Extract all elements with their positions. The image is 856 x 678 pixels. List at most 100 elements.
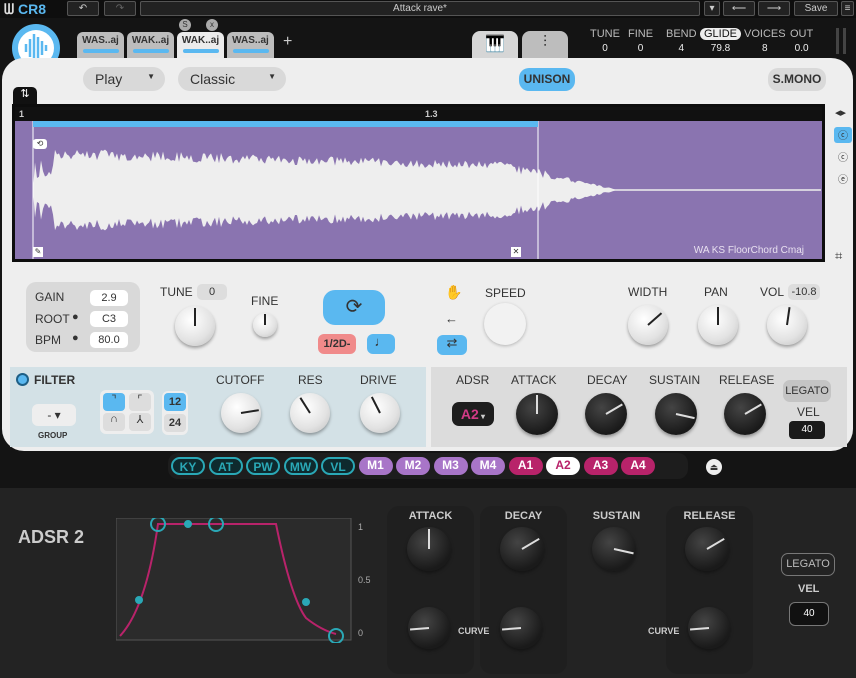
close-tab-button[interactable]: x bbox=[206, 19, 218, 31]
stat-fine[interactable]: FINE 0 bbox=[628, 28, 653, 54]
root-value[interactable]: C3 bbox=[90, 311, 128, 327]
play-mode-dropdown[interactable]: Play ▼ bbox=[83, 67, 165, 91]
mod-tab-a2[interactable]: A2 bbox=[546, 457, 580, 475]
editor-sustain-knob[interactable] bbox=[592, 527, 636, 571]
res-knob[interactable] bbox=[290, 393, 330, 433]
preset-dropdown-icon[interactable]: ▾ bbox=[704, 1, 720, 16]
close-region-icon[interactable]: ✕ bbox=[511, 247, 521, 257]
attack-curve-point[interactable] bbox=[136, 597, 142, 603]
pencil-icon[interactable]: ✎ bbox=[33, 247, 43, 257]
stat-voices[interactable]: VOICES 8 bbox=[744, 28, 786, 54]
hold-point[interactable] bbox=[185, 521, 191, 527]
mod-tab-vl[interactable]: VL bbox=[321, 457, 355, 475]
loop-region-bar[interactable] bbox=[33, 121, 538, 127]
gain-value[interactable]: 2.9 bbox=[90, 290, 128, 306]
highpass-icon[interactable]: ⌜ bbox=[129, 393, 151, 411]
stat-glide[interactable]: GLIDE 79.8 bbox=[700, 28, 741, 54]
cutoff-knob[interactable] bbox=[221, 393, 261, 433]
tune-value[interactable]: 0 bbox=[197, 284, 227, 300]
mod-tab-ky[interactable]: KY bbox=[171, 457, 205, 475]
editor-decay-knob[interactable] bbox=[500, 527, 544, 571]
bpm-value[interactable]: 80.0 bbox=[90, 332, 128, 348]
scroll-arrows-icon[interactable]: ◂▸ bbox=[835, 106, 846, 119]
mod-tab-m1[interactable]: M1 bbox=[359, 457, 393, 475]
root-detect-icon[interactable]: ● bbox=[72, 311, 79, 323]
drive-knob[interactable] bbox=[360, 393, 400, 433]
reverse-arrow-icon[interactable]: ← bbox=[445, 311, 458, 326]
legato-button[interactable]: LEGATO bbox=[783, 380, 831, 402]
hand-icon[interactable]: ✋ bbox=[445, 284, 462, 301]
stat-out[interactable]: OUT 0.0 bbox=[790, 28, 813, 54]
mod-tab-m4[interactable]: M4 bbox=[471, 457, 505, 475]
undo-button[interactable]: ↶ bbox=[67, 1, 99, 16]
adsr-select-dropdown[interactable]: A2 ▾ bbox=[452, 402, 494, 426]
bandpass-icon[interactable]: ∩ bbox=[103, 413, 125, 431]
slope-24-button[interactable]: 24 bbox=[164, 414, 186, 432]
crop-icon[interactable]: ⌗ bbox=[835, 248, 842, 264]
stat-bend[interactable]: BEND 4 bbox=[666, 28, 697, 54]
vel-value[interactable]: 40 bbox=[789, 421, 825, 439]
editor-attack-knob[interactable] bbox=[407, 527, 451, 571]
vol-value[interactable]: -10.8 bbox=[788, 284, 820, 300]
width-knob[interactable] bbox=[628, 305, 668, 345]
sustain-knob[interactable] bbox=[655, 393, 697, 435]
waveform-mode-icon[interactable]: ⇅ bbox=[13, 87, 37, 104]
bpm-detect-icon[interactable]: ● bbox=[72, 332, 79, 344]
decay-knob[interactable] bbox=[585, 393, 627, 435]
editor-vel-value[interactable]: 40 bbox=[789, 602, 829, 626]
sample-tab[interactable]: WAS..aj bbox=[227, 32, 274, 58]
collapse-editor-button[interactable]: ⏏ bbox=[706, 459, 722, 475]
smono-button[interactable]: S.MONO bbox=[768, 68, 826, 91]
style-dropdown[interactable]: Classic ▼ bbox=[178, 67, 286, 91]
mod-tab-mw[interactable]: MW bbox=[284, 457, 318, 475]
sample-tab[interactable]: WAK..aj bbox=[127, 32, 174, 58]
menu-icon[interactable]: ≡ bbox=[841, 1, 854, 16]
stat-tune[interactable]: TUNE 0 bbox=[590, 28, 620, 54]
editor-legato-button[interactable]: LEGATO bbox=[781, 553, 835, 576]
preset-name-field[interactable]: Attack rave* bbox=[140, 1, 700, 16]
mod-tab-at[interactable]: AT bbox=[209, 457, 243, 475]
snap-mode-3-icon[interactable]: ⓔ bbox=[834, 171, 852, 187]
release-knob[interactable] bbox=[724, 393, 766, 435]
waveform-display[interactable]: 1 1.3 WA KS FloorChord Cmaj ⟲ ✎ ✕ bbox=[12, 104, 825, 262]
pingpong-button[interactable]: ⇄ bbox=[437, 335, 467, 355]
previous-preset-button[interactable]: ⟵ bbox=[723, 1, 755, 16]
add-tab-button[interactable]: + bbox=[283, 33, 292, 51]
lowpass-icon[interactable]: ⌝ bbox=[103, 393, 125, 411]
mod-tab-a1[interactable]: A1 bbox=[509, 457, 543, 475]
unison-button[interactable]: UNISON bbox=[519, 68, 575, 91]
release-curve-knob[interactable] bbox=[688, 607, 730, 649]
tune-knob[interactable] bbox=[175, 306, 215, 346]
attack-knob[interactable] bbox=[516, 393, 558, 435]
notch-icon[interactable]: ⅄ bbox=[129, 413, 151, 431]
release-curve-point[interactable] bbox=[303, 599, 309, 605]
filter-enable-toggle[interactable] bbox=[16, 373, 29, 386]
mod-tab-m2[interactable]: M2 bbox=[396, 457, 430, 475]
snap-mode-2-icon[interactable]: ⓒ bbox=[834, 149, 852, 165]
vol-knob[interactable] bbox=[767, 305, 807, 345]
mod-tab-a4[interactable]: A4 bbox=[621, 457, 655, 475]
snap-mode-1-icon[interactable]: ⓒ bbox=[834, 127, 852, 143]
save-button[interactable]: Save bbox=[794, 1, 838, 16]
timeline-ruler[interactable]: 1 1.3 bbox=[15, 107, 822, 121]
attack-curve-knob[interactable] bbox=[408, 607, 450, 649]
group-dropdown[interactable]: - ▾ bbox=[32, 404, 76, 426]
speed-knob[interactable] bbox=[484, 303, 526, 345]
loop-rate-button[interactable]: 1/2D- bbox=[318, 334, 356, 354]
keyboard-view-tab[interactable]: 🎹 bbox=[472, 31, 518, 59]
mod-tab-pw[interactable]: PW bbox=[246, 457, 280, 475]
sample-tab[interactable]: WAK..aj bbox=[177, 32, 224, 58]
mod-tab-a3[interactable]: A3 bbox=[584, 457, 618, 475]
redo-button[interactable]: ↷ bbox=[104, 1, 136, 16]
slope-12-button[interactable]: 12 bbox=[164, 393, 186, 411]
note-sync-button[interactable]: ♩ bbox=[367, 334, 395, 354]
mod-tab-m3[interactable]: M3 bbox=[434, 457, 468, 475]
mixer-view-tab[interactable]: ⫶ bbox=[522, 31, 568, 59]
solo-tab-button[interactable]: S bbox=[179, 19, 191, 31]
next-preset-button[interactable]: ⟶ bbox=[758, 1, 790, 16]
pan-knob[interactable] bbox=[698, 305, 738, 345]
decay-curve-knob[interactable] bbox=[500, 607, 542, 649]
fine-knob[interactable] bbox=[253, 313, 277, 337]
editor-release-knob[interactable] bbox=[685, 527, 729, 571]
sample-tab[interactable]: WAS..aj bbox=[77, 32, 124, 58]
